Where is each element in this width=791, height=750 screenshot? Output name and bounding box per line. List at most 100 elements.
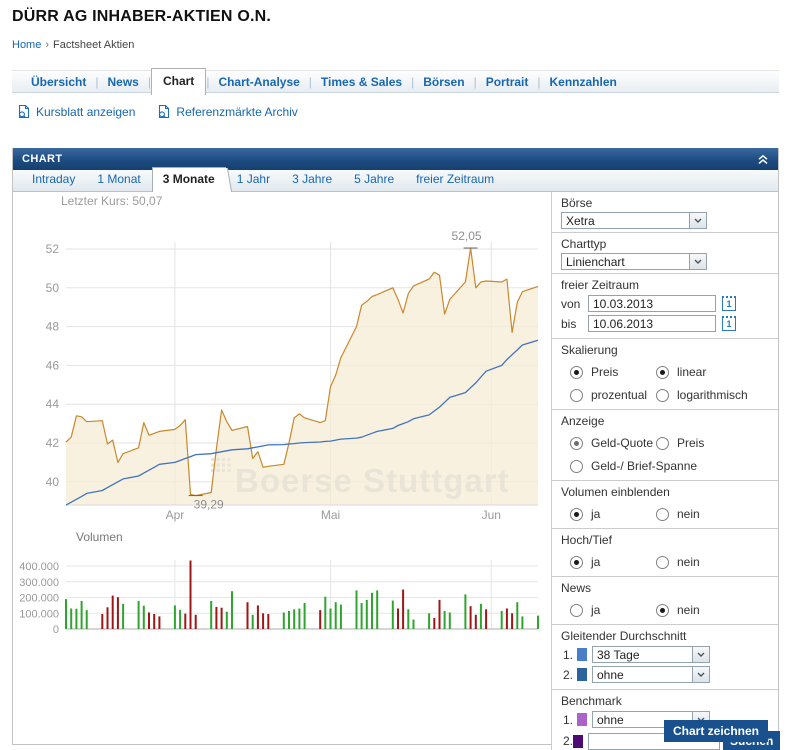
kursblatt-link-label: Kursblatt anzeigen bbox=[36, 105, 135, 119]
chevron-down-icon[interactable] bbox=[689, 213, 706, 228]
page-title: DÜRR AG INHABER-AKTIEN O.N. bbox=[12, 8, 271, 26]
tab-chart[interactable]: Chart bbox=[151, 68, 206, 95]
svg-text:Volumen: Volumen bbox=[76, 530, 123, 544]
radio-option[interactable]: ja bbox=[570, 507, 656, 521]
radio-option[interactable]: nein bbox=[656, 555, 770, 569]
tab-portrait[interactable]: Portrait bbox=[477, 71, 538, 93]
gleitender-rows: 1. 38 Tage 2.ohne bbox=[561, 646, 770, 683]
range-tab-1-jahr[interactable]: 1 Jahr bbox=[226, 168, 281, 191]
row-number: 1. bbox=[563, 648, 577, 662]
referenzmaerkte-link-label: Referenzmärkte Archiv bbox=[176, 105, 297, 119]
svg-text:52,05: 52,05 bbox=[452, 229, 482, 243]
range-tab-freier-zeitraum[interactable]: freier Zeitraum bbox=[405, 168, 505, 191]
anzeige-label: Anzeige bbox=[561, 414, 770, 428]
radio-option[interactable]: nein bbox=[656, 507, 770, 521]
form-section-charttyp: Charttyp Linienchart bbox=[552, 233, 778, 274]
radio-option[interactable]: Preis bbox=[570, 365, 656, 379]
calendar-icon[interactable]: 1 bbox=[722, 296, 736, 311]
chevron-down-icon[interactable] bbox=[692, 667, 709, 682]
breadcrumb: Home›Factsheet Aktien bbox=[12, 39, 134, 51]
kursblatt-link[interactable]: Kursblatt anzeigen bbox=[17, 104, 135, 119]
radio-label: ja bbox=[591, 555, 600, 569]
svg-text:44: 44 bbox=[46, 397, 60, 411]
main-tab-bar: Übersicht|News|Chart|Chart-Analyse|Times… bbox=[12, 70, 779, 93]
chart-zeichnen-button[interactable]: Chart zeichnen bbox=[664, 720, 768, 742]
radio-label: nein bbox=[677, 603, 700, 617]
form-section-hochtief: Hoch/Tief janein bbox=[552, 529, 778, 577]
radio-unselected[interactable] bbox=[656, 389, 669, 402]
radio-unselected[interactable] bbox=[570, 460, 583, 473]
tab-b-rsen[interactable]: Börsen bbox=[414, 71, 473, 93]
tab-news[interactable]: News bbox=[98, 71, 147, 93]
radio-option[interactable]: linear bbox=[656, 365, 770, 379]
tab-chart-analyse[interactable]: Chart-Analyse bbox=[209, 71, 308, 93]
radio-option[interactable]: Preis bbox=[656, 436, 770, 450]
tab--bersicht[interactable]: Übersicht bbox=[22, 71, 95, 93]
news-radio-group: ja nein bbox=[570, 603, 770, 617]
radio-unselected[interactable] bbox=[656, 556, 669, 569]
range-tab-3-monate[interactable]: 3 Monate bbox=[152, 167, 226, 192]
form-section-anzeige: Anzeige Geld-QuotePreis Geld-/ Brief-Span… bbox=[552, 410, 778, 481]
zeitraum-label: freier Zeitraum bbox=[561, 278, 770, 292]
radio-option[interactable]: prozentual bbox=[570, 388, 656, 402]
form-section-skalierung: Skalierung Preislinearprozentuallogarith… bbox=[552, 339, 778, 410]
range-tab-3-jahre[interactable]: 3 Jahre bbox=[281, 168, 343, 191]
gleitender-row: 2.ohne bbox=[563, 666, 770, 683]
radio-option[interactable]: Geld-Quote bbox=[570, 436, 656, 450]
collapse-panel-icon[interactable] bbox=[757, 154, 769, 165]
von-date-input[interactable] bbox=[588, 295, 716, 312]
radio-unselected[interactable] bbox=[570, 604, 583, 617]
svg-text:50: 50 bbox=[46, 281, 60, 295]
boerse-select-value: Xetra bbox=[562, 213, 689, 228]
radio-unselected[interactable] bbox=[656, 437, 669, 450]
form-section-gleitender-durchschnitt: Gleitender Durchschnitt 1. 38 Tage 2.ohne bbox=[552, 625, 778, 690]
bis-date-input[interactable] bbox=[588, 315, 716, 332]
radio-unselected[interactable] bbox=[656, 508, 669, 521]
radio-option[interactable]: nein bbox=[656, 603, 770, 617]
color-swatch bbox=[577, 668, 587, 681]
radio-selected[interactable] bbox=[570, 508, 583, 521]
chevron-down-icon[interactable] bbox=[689, 254, 706, 269]
referenzmaerkte-link[interactable]: Referenzmärkte Archiv bbox=[157, 104, 297, 119]
range-tab-5-jahre[interactable]: 5 Jahre bbox=[343, 168, 405, 191]
radio-label: Geld-Quote bbox=[591, 436, 653, 450]
gleitender-select-1[interactable]: 38 Tage bbox=[592, 646, 710, 663]
document-search-icon bbox=[17, 104, 31, 119]
radio-option[interactable]: ja bbox=[570, 603, 656, 617]
row-number: 1. bbox=[563, 713, 577, 727]
radio-option[interactable]: logarithmisch bbox=[656, 388, 770, 402]
volumen-radio-group: janein bbox=[570, 507, 770, 521]
form-section-volumen: Volumen einblenden janein bbox=[552, 481, 778, 529]
chevron-down-icon[interactable] bbox=[692, 647, 709, 662]
radio-unselected[interactable] bbox=[570, 389, 583, 402]
radio-label: prozentual bbox=[591, 388, 647, 402]
breadcrumb-home-link[interactable]: Home bbox=[12, 39, 41, 51]
calendar-icon[interactable]: 1 bbox=[722, 316, 736, 331]
gleitender-row: 1. 38 Tage bbox=[563, 646, 770, 663]
radio-selected[interactable] bbox=[570, 556, 583, 569]
svg-text:52: 52 bbox=[46, 242, 60, 256]
gleitender-label: Gleitender Durchschnitt bbox=[561, 629, 770, 643]
radio-selected[interactable] bbox=[570, 366, 583, 379]
bis-label: bis bbox=[561, 317, 588, 331]
svg-text:300.000: 300.000 bbox=[19, 577, 59, 589]
radio-selected[interactable] bbox=[570, 437, 583, 450]
charttyp-select[interactable]: Linienchart bbox=[561, 253, 707, 270]
svg-text:100.000: 100.000 bbox=[19, 608, 59, 620]
range-tab-intraday[interactable]: Intraday bbox=[21, 168, 86, 191]
radio-label: Preis bbox=[591, 365, 618, 379]
breadcrumb-separator: › bbox=[45, 39, 49, 51]
tab-kennzahlen[interactable]: Kennzahlen bbox=[541, 71, 626, 93]
boerse-select[interactable]: Xetra bbox=[561, 212, 707, 229]
gleitender-select-2[interactable]: ohne bbox=[592, 666, 710, 683]
svg-text:39,29: 39,29 bbox=[194, 498, 224, 512]
radio-option[interactable]: ja bbox=[570, 555, 656, 569]
radio-option[interactable]: Geld-/ Brief-Spanne bbox=[570, 459, 770, 473]
tab-times-sales[interactable]: Times & Sales bbox=[312, 71, 411, 93]
svg-text:48: 48 bbox=[46, 320, 60, 334]
radio-selected[interactable] bbox=[656, 366, 669, 379]
form-section-boerse: Börse Xetra bbox=[552, 192, 778, 233]
range-tab-1-monat[interactable]: 1 Monat bbox=[86, 168, 151, 191]
radio-selected[interactable] bbox=[656, 604, 669, 617]
von-label: von bbox=[561, 297, 588, 311]
